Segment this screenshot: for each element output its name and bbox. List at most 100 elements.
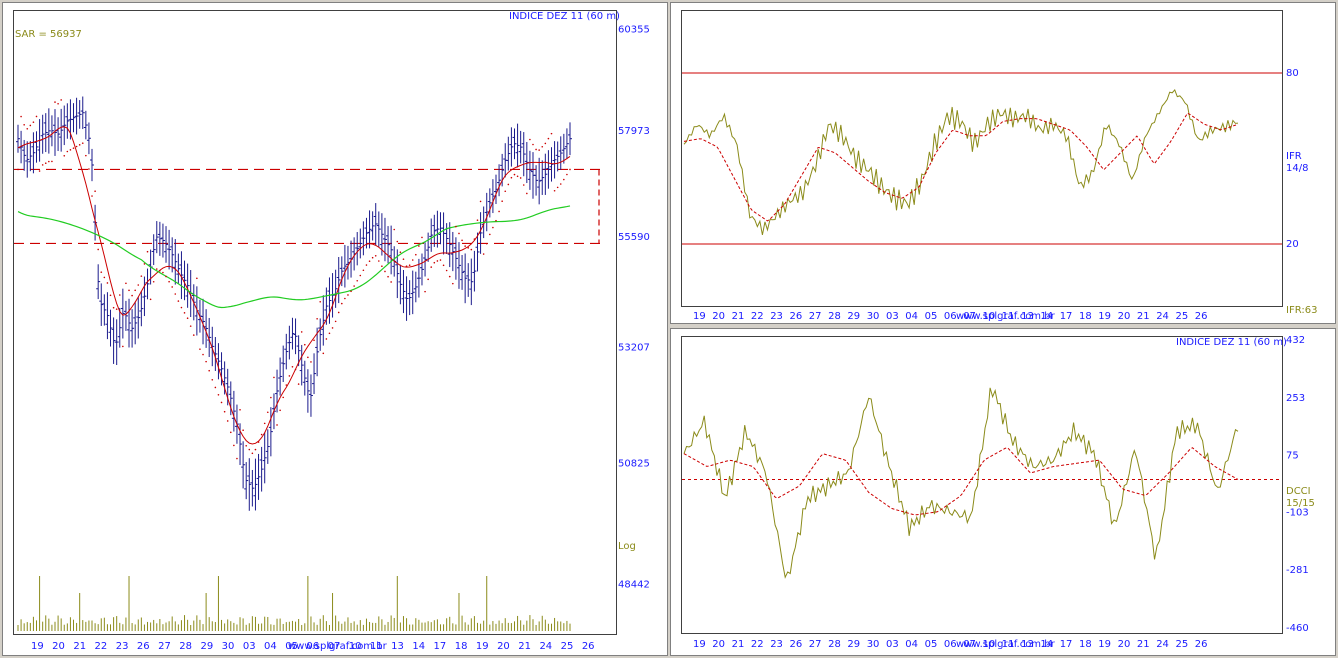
ifr-x-tick-label: 20: [1118, 311, 1131, 322]
ifr-watermark-text: www.splgraf.com.br: [956, 311, 1056, 322]
dcci-x-tick-label: 28: [828, 639, 841, 650]
y-tick-label: 53207: [618, 343, 650, 354]
sar-point: [291, 365, 294, 368]
sar-point: [464, 245, 466, 247]
sar-point: [325, 338, 328, 340]
ifr-x-tick-label: 30: [867, 311, 880, 322]
sar-point: [538, 149, 540, 151]
sar-point: [260, 433, 263, 436]
price-chart-title: INDICE DEZ 11 (60 m): [509, 11, 620, 22]
ifr-x-tick-label: 22: [751, 311, 764, 322]
sar-point: [248, 448, 251, 451]
sar-point: [495, 219, 497, 222]
sar-point: [556, 186, 559, 189]
ifr-x-tick-label: 26: [1195, 311, 1208, 322]
sar-point: [189, 325, 192, 327]
sar-point: [279, 409, 281, 412]
sar-point: [297, 383, 300, 385]
ifr-x-tick-label: 07: [963, 311, 976, 322]
sar-point: [26, 127, 29, 130]
y-tick-label: 50825: [618, 458, 650, 469]
ifr-x-tick-label: 21: [1137, 311, 1150, 322]
sar-point: [535, 148, 537, 151]
dcci-x-tick-label: 25: [1176, 639, 1189, 650]
x-tick-label: 27: [158, 641, 171, 652]
price-plot-area[interactable]: [13, 10, 617, 635]
sar-point: [418, 245, 420, 247]
sar-point: [473, 238, 476, 240]
ifr-plot-area[interactable]: [681, 10, 1283, 307]
sar-point: [365, 264, 368, 266]
sar-point: [390, 281, 392, 283]
sar-point: [208, 369, 210, 372]
sar-point: [396, 240, 399, 243]
sar-point: [168, 280, 170, 283]
ifr-x-tick-label: 20: [712, 311, 725, 322]
dcci-line: [683, 387, 1239, 579]
sar-point: [32, 121, 35, 123]
sar-point: [236, 457, 238, 460]
sar-point: [319, 300, 322, 303]
sar-point: [122, 345, 124, 348]
dcci-x-tick-label: 19: [693, 639, 706, 650]
sar-point: [41, 164, 44, 166]
dcci-label: DCCI: [1286, 486, 1311, 497]
sar-point: [29, 124, 32, 127]
sar-point: [387, 275, 389, 278]
sar-point: [128, 289, 130, 292]
ifr-x-tick-label: 17: [1060, 311, 1073, 322]
sar-point: [229, 431, 232, 434]
sar-point: [242, 429, 244, 432]
sar-point: [405, 265, 408, 267]
sar-point: [60, 99, 62, 101]
sar-point: [482, 253, 485, 255]
sar-point: [532, 143, 534, 146]
x-tick-label: 24: [539, 641, 552, 652]
dcci-plot-area[interactable]: [681, 336, 1283, 634]
x-tick-label: 19: [476, 641, 489, 652]
sar-point: [288, 375, 291, 377]
sar-point: [303, 343, 306, 346]
sar-point: [186, 317, 189, 319]
dcci-y-tick-label: 432: [1286, 335, 1305, 346]
sar-point: [331, 327, 334, 329]
sar-point: [442, 264, 445, 267]
sar-point: [20, 115, 22, 118]
ifr-x-tick-label: 24: [1156, 311, 1169, 322]
sar-point: [294, 368, 297, 371]
x-tick-label: 21: [73, 641, 86, 652]
sar-point: [91, 195, 93, 197]
sar-point: [97, 248, 99, 251]
sar-point: [399, 251, 402, 254]
dcci-x-tick-label: 26: [790, 639, 803, 650]
dcci-x-tick-label: 29: [847, 639, 860, 650]
sar-point: [192, 334, 195, 336]
sar-point: [251, 452, 254, 455]
sar-point: [485, 242, 488, 245]
sar-point: [353, 285, 355, 287]
sar-point: [347, 294, 349, 296]
ifr-x-tick-label: 06: [944, 311, 957, 322]
y-tick-label: 57973: [618, 126, 650, 137]
dcci-params: 15/15: [1286, 498, 1315, 509]
dcci-x-tick-label: 19: [1098, 639, 1111, 650]
x-tick-label: 26: [582, 641, 595, 652]
sar-point: [137, 284, 140, 286]
sar-point: [273, 376, 275, 379]
sar-point: [103, 276, 106, 279]
ifr-label: IFR: [1286, 151, 1302, 162]
sar-point: [550, 132, 553, 135]
sar-point: [54, 101, 56, 103]
sar-point: [162, 271, 164, 274]
sar-point: [202, 353, 204, 356]
sar-point: [159, 269, 161, 272]
x-tick-label: 11: [370, 641, 383, 652]
dcci-y-tick-label: -103: [1286, 508, 1309, 519]
dcci-chart-title: INDICE DEZ 11 (60 m): [1176, 337, 1287, 348]
dcci-x-tick-label: 24: [1156, 639, 1169, 650]
sar-point: [340, 302, 343, 305]
ifr-x-tick-label: 26: [790, 311, 803, 322]
sar-point: [378, 260, 380, 262]
dcci-y-tick-label: 253: [1286, 393, 1305, 404]
sar-point: [411, 259, 414, 261]
